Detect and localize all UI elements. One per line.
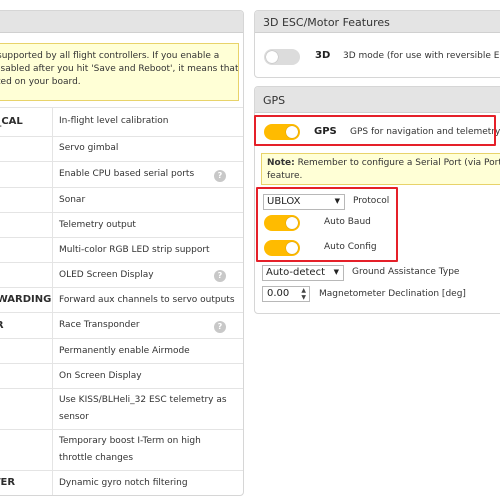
3d-label: 3D — [315, 50, 331, 61]
mag-declination-input[interactable]: 0.00 ▲ ▼ — [262, 286, 310, 302]
feature-row[interactable]: Servo gimbal — [0, 136, 243, 161]
feature-name: LTER — [0, 477, 16, 488]
feature-row[interactable]: Multi-color RGB LED strip support — [0, 237, 243, 262]
ground-assistance-value: Auto-detect — [266, 267, 326, 278]
feature-row[interactable]: Permanently enable Airmode — [0, 338, 243, 363]
note-bold: Note: — [267, 158, 295, 168]
feature-desc: Dynamic gyro notch filtering — [59, 478, 188, 488]
feature-row[interactable]: RWARDING Forward aux channels to servo o… — [0, 287, 243, 312]
feature-name: C_CAL — [0, 116, 23, 127]
note-text: Remember to configure a Serial Port (via… — [294, 158, 500, 168]
3d-mode-desc: 3D mode (for use with reversible ESCs — [343, 51, 500, 61]
3d-mode-toggle[interactable] — [264, 49, 300, 65]
feature-desc: Temporary boost I-Term on high throttle … — [59, 436, 201, 463]
gps-serial-note: Note: Remember to configure a Serial Por… — [261, 153, 500, 185]
feature-row[interactable]: Enable CPU based serial ports ? — [0, 161, 243, 187]
esc-motor-panel: 3D ESC/Motor Features 3D 3D mode (for us… — [254, 10, 500, 78]
feature-desc: Forward aux channels to servo outputs — [59, 295, 235, 305]
highlight-gps-toggle — [254, 115, 496, 146]
feature-desc: Telemetry output — [59, 220, 136, 230]
feature-row[interactable]: On Screen Display — [0, 363, 243, 388]
feature-row[interactable]: C_CAL In-flight level calibration — [0, 107, 243, 136]
feature-row[interactable]: LTER Dynamic gyro notch filtering — [0, 470, 243, 495]
ground-assistance-label: Ground Assistance Type — [352, 267, 460, 277]
features-panel-header — [0, 11, 243, 33]
help-icon[interactable]: ? — [214, 170, 226, 182]
feature-desc: In-flight level calibration — [59, 116, 169, 126]
mag-declination-label: Magnetometer Declination [deg] — [319, 289, 466, 299]
feature-desc: Sonar — [59, 195, 86, 205]
note-text-2: feature. — [267, 171, 303, 181]
feature-row[interactable]: OLED Screen Display ? — [0, 262, 243, 287]
feature-row[interactable]: Telemetry output — [0, 212, 243, 237]
feature-desc: Servo gimbal — [59, 143, 119, 153]
note-line-3: ted on your board. — [0, 77, 81, 87]
feature-row[interactable]: Sonar — [0, 187, 243, 212]
feature-desc: Multi-color RGB LED strip support — [59, 245, 210, 255]
note-line-1: supported by all flight controllers. If … — [0, 51, 220, 61]
note-line-2: isabled after you hit 'Save and Reboot',… — [0, 64, 239, 74]
gps-panel-title: GPS — [255, 87, 500, 113]
mag-declination-value: 0.00 — [267, 288, 290, 299]
feature-desc: OLED Screen Display — [59, 270, 154, 280]
esc-motor-panel-title: 3D ESC/Motor Features — [255, 11, 500, 33]
highlight-gps-settings — [256, 187, 398, 262]
feature-name: ER — [0, 320, 4, 331]
help-icon[interactable]: ? — [214, 270, 226, 282]
features-panel: supported by all flight controllers. If … — [0, 10, 244, 496]
feature-desc: Race Transponder — [59, 320, 140, 330]
feature-desc: On Screen Display — [59, 371, 142, 381]
feature-row[interactable]: Y Temporary boost I-Term on high throttl… — [0, 429, 243, 470]
feature-name: RWARDING — [0, 294, 52, 305]
feature-desc: Enable CPU based serial ports — [59, 169, 195, 179]
feature-row[interactable]: ER Race Transponder ? — [0, 312, 243, 338]
spinner-icon[interactable]: ▲ ▼ — [301, 287, 306, 301]
feature-desc: Permanently enable Airmode — [59, 346, 190, 356]
dropdown-arrow-icon: ▼ — [333, 268, 339, 276]
ground-assistance-select[interactable]: Auto-detect ▼ — [262, 265, 344, 281]
help-icon[interactable]: ? — [214, 321, 226, 333]
features-warning-note: supported by all flight controllers. If … — [0, 43, 239, 101]
feature-row[interactable]: Use KISS/BLHeli_32 ESC telemetry as sens… — [0, 388, 243, 429]
feature-desc: Use KISS/BLHeli_32 ESC telemetry as sens… — [59, 395, 227, 422]
